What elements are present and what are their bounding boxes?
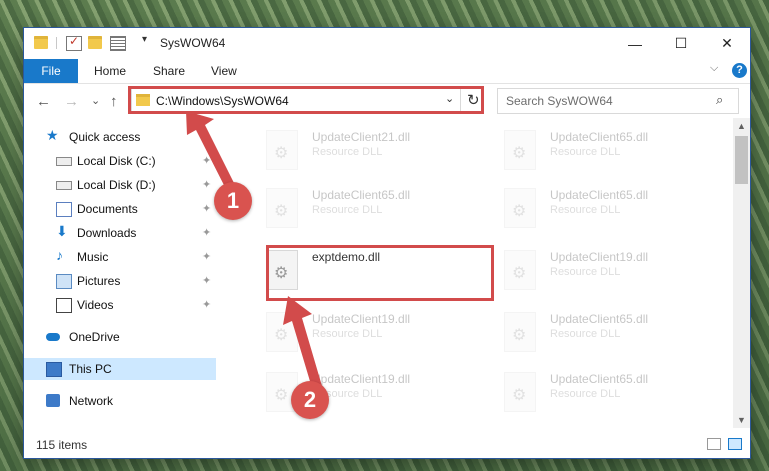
arrow-2 [283, 296, 322, 388]
step-1-badge: 1 [214, 182, 252, 220]
annotation-arrows [186, 111, 322, 388]
step-2-badge: 2 [291, 381, 329, 419]
